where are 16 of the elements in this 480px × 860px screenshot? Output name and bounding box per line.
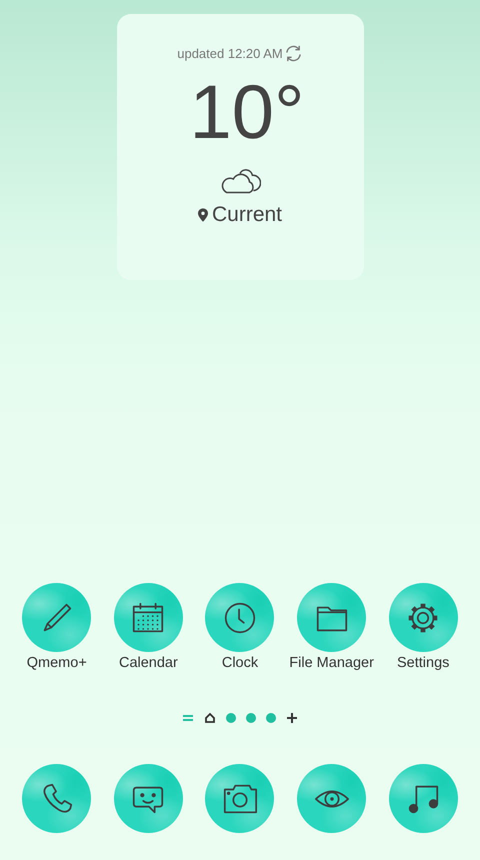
app-label[interactable]: Qmemo+ bbox=[26, 655, 87, 671]
updated-time: updated 12:20 AM bbox=[177, 46, 283, 61]
page-dot[interactable] bbox=[266, 713, 276, 723]
add-page-icon[interactable] bbox=[286, 712, 298, 724]
temperature: 10° bbox=[190, 75, 304, 151]
weather-card[interactable]: updated 12:20 AM 10° Current bbox=[116, 14, 364, 280]
refresh-icon[interactable] bbox=[284, 44, 303, 63]
location-pin-icon bbox=[198, 208, 208, 222]
app-label[interactable]: File Manager bbox=[289, 655, 374, 671]
home-icon[interactable] bbox=[204, 712, 216, 724]
app-label[interactable]: Settings bbox=[396, 655, 450, 671]
page-dot[interactable] bbox=[226, 713, 236, 723]
app-label[interactable]: Clock bbox=[222, 655, 258, 671]
page-dot[interactable] bbox=[246, 713, 256, 723]
location-name: Current bbox=[212, 203, 282, 227]
app-label[interactable]: Calendar bbox=[118, 655, 178, 671]
